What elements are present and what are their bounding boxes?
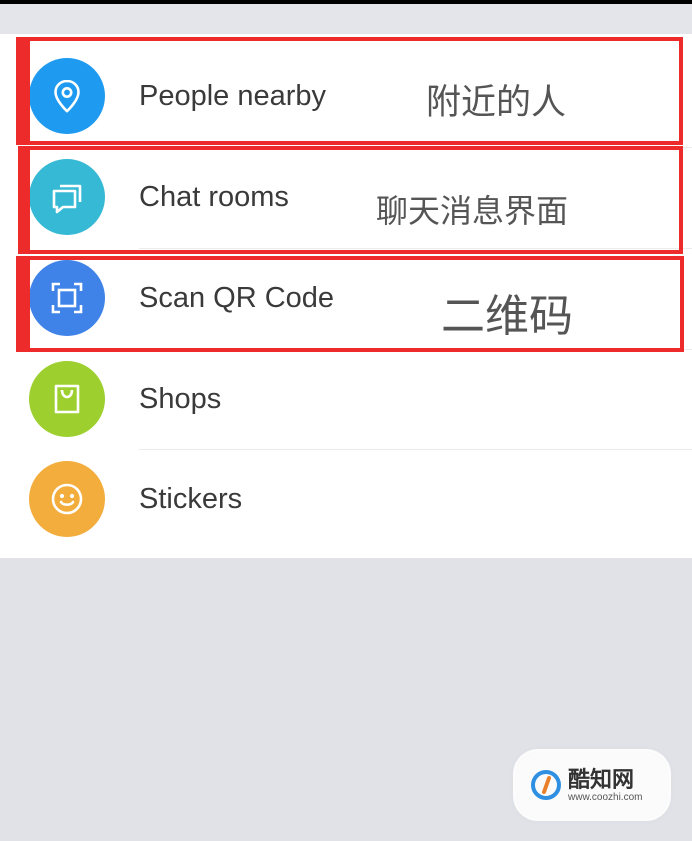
coozhi-logo-icon	[531, 770, 561, 800]
highlight-box-chat-rooms	[18, 146, 683, 254]
highlight-box-scan-qr	[16, 256, 684, 352]
smiley-icon	[29, 461, 105, 537]
menu-item-label: Shops	[139, 383, 222, 415]
menu-item-shops[interactable]: Shops	[0, 349, 692, 450]
watermark-name: 酷知网	[568, 768, 635, 793]
menu-item-stickers[interactable]: Stickers	[0, 449, 692, 550]
annotation-chat-rooms: 聊天消息界面	[376, 192, 569, 230]
header-strip	[0, 4, 692, 34]
watermark-url: www.coozhi.com	[568, 792, 643, 803]
annotation-people-nearby: 附近的人	[426, 83, 567, 123]
shopping-bag-icon	[29, 361, 105, 437]
annotation-scan-qr: 二维码	[441, 291, 573, 342]
highlight-box-people-nearby	[16, 37, 683, 145]
watermark: 酷知网 www.coozhi.com	[516, 752, 668, 818]
menu-item-label: Stickers	[139, 483, 243, 515]
